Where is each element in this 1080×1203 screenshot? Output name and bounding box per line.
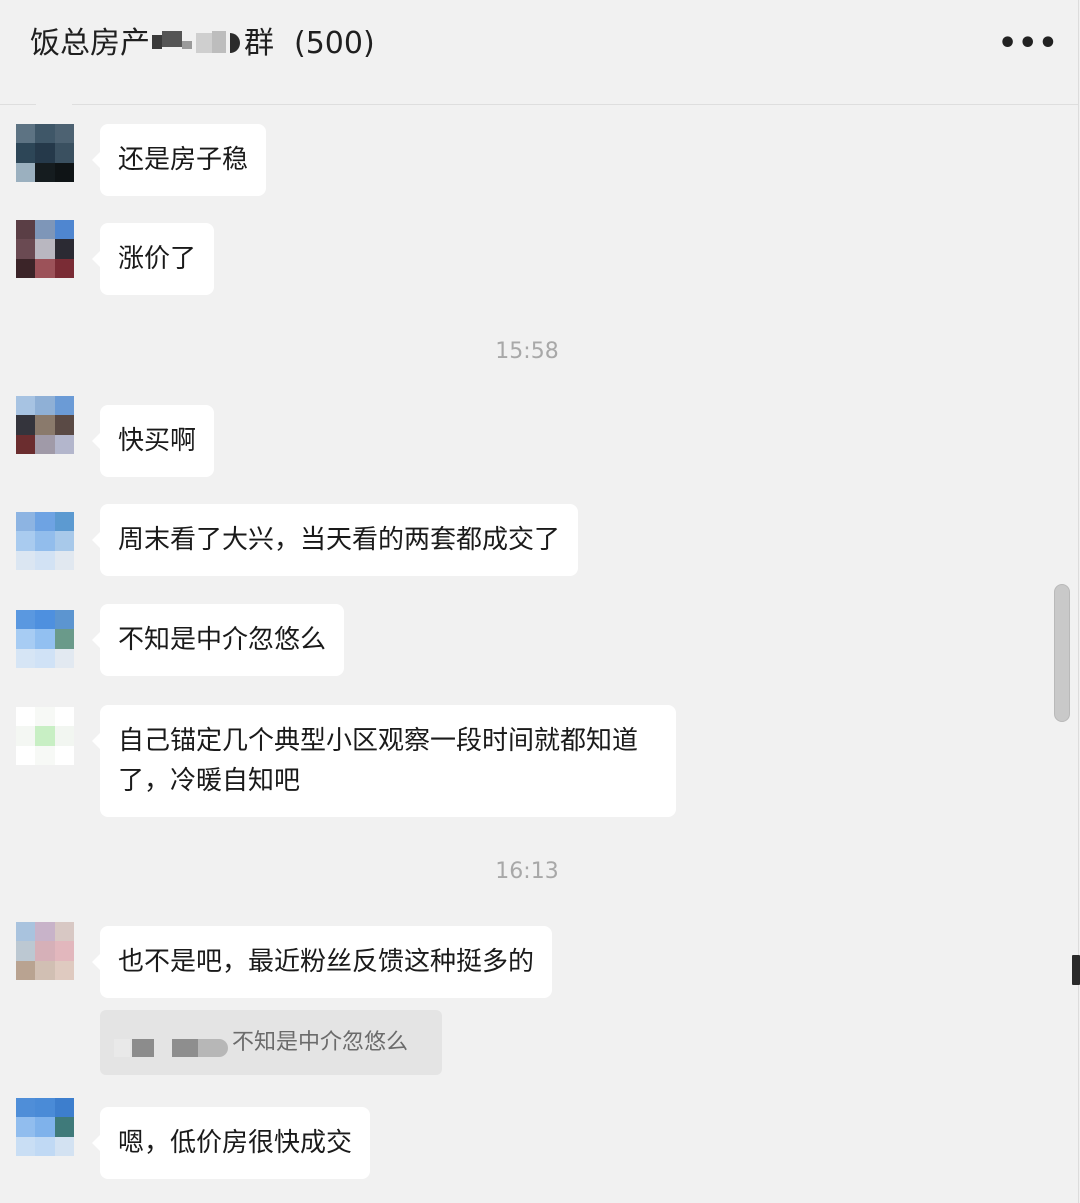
chat-window: 饭总房产 群 (500) ••• 还是房子稳 涨价了 15:58 快买啊 周末看了大… (0, 0, 1079, 1203)
message-bubble[interactable]: 还是房子稳 (91, 124, 267, 196)
redacted-name-block (198, 1039, 228, 1057)
edge-fragment (1072, 955, 1080, 985)
redacted-name-block (114, 1039, 130, 1057)
avatar[interactable] (16, 220, 74, 278)
more-options-button[interactable]: ••• (998, 24, 1058, 64)
message-bubble[interactable]: 快买啊 (91, 405, 215, 477)
redacted-name-block (172, 1039, 198, 1057)
header-divider-gap (36, 103, 72, 109)
avatar[interactable] (16, 124, 74, 182)
timestamp: 15:58 (495, 339, 559, 364)
message-bubble[interactable]: 也不是吧，最近粉丝反馈这种挺多的 (91, 926, 553, 998)
message-bubble[interactable]: 不知是中介忽悠么 (91, 604, 345, 676)
group-title-prefix: 饭总房产 (30, 26, 150, 61)
avatar[interactable] (16, 922, 74, 980)
group-title[interactable]: 饭总房产 群 (500) (30, 24, 375, 64)
message-bubble[interactable]: 自己锚定几个典型小区观察一段时间就都知道了，冷暖自知吧 (92, 705, 676, 817)
redacted-name-block (132, 1039, 154, 1057)
avatar[interactable] (16, 610, 74, 668)
quoted-message[interactable]: 不知是中介忽悠么 (100, 1010, 442, 1075)
message-bubble[interactable]: 嗯，低价房很快成交 (91, 1107, 371, 1179)
message-bubble[interactable]: 周末看了大兴，当天看的两套都成交了 (91, 504, 579, 576)
member-count: (500) (294, 26, 375, 61)
scrollbar-thumb[interactable] (1054, 584, 1070, 722)
chat-header: 饭总房产 群 (500) ••• (0, 0, 1078, 105)
message-bubble[interactable]: 涨价了 (91, 223, 215, 295)
timestamp: 16:13 (495, 859, 559, 884)
avatar[interactable] (16, 1098, 74, 1156)
avatar[interactable] (16, 512, 74, 570)
avatar[interactable] (16, 707, 74, 765)
redacted-title-block (152, 27, 240, 57)
avatar[interactable] (16, 396, 74, 454)
group-title-suffix: 群 (244, 26, 274, 61)
quoted-text: 不知是中介忽悠么 (232, 1030, 409, 1055)
